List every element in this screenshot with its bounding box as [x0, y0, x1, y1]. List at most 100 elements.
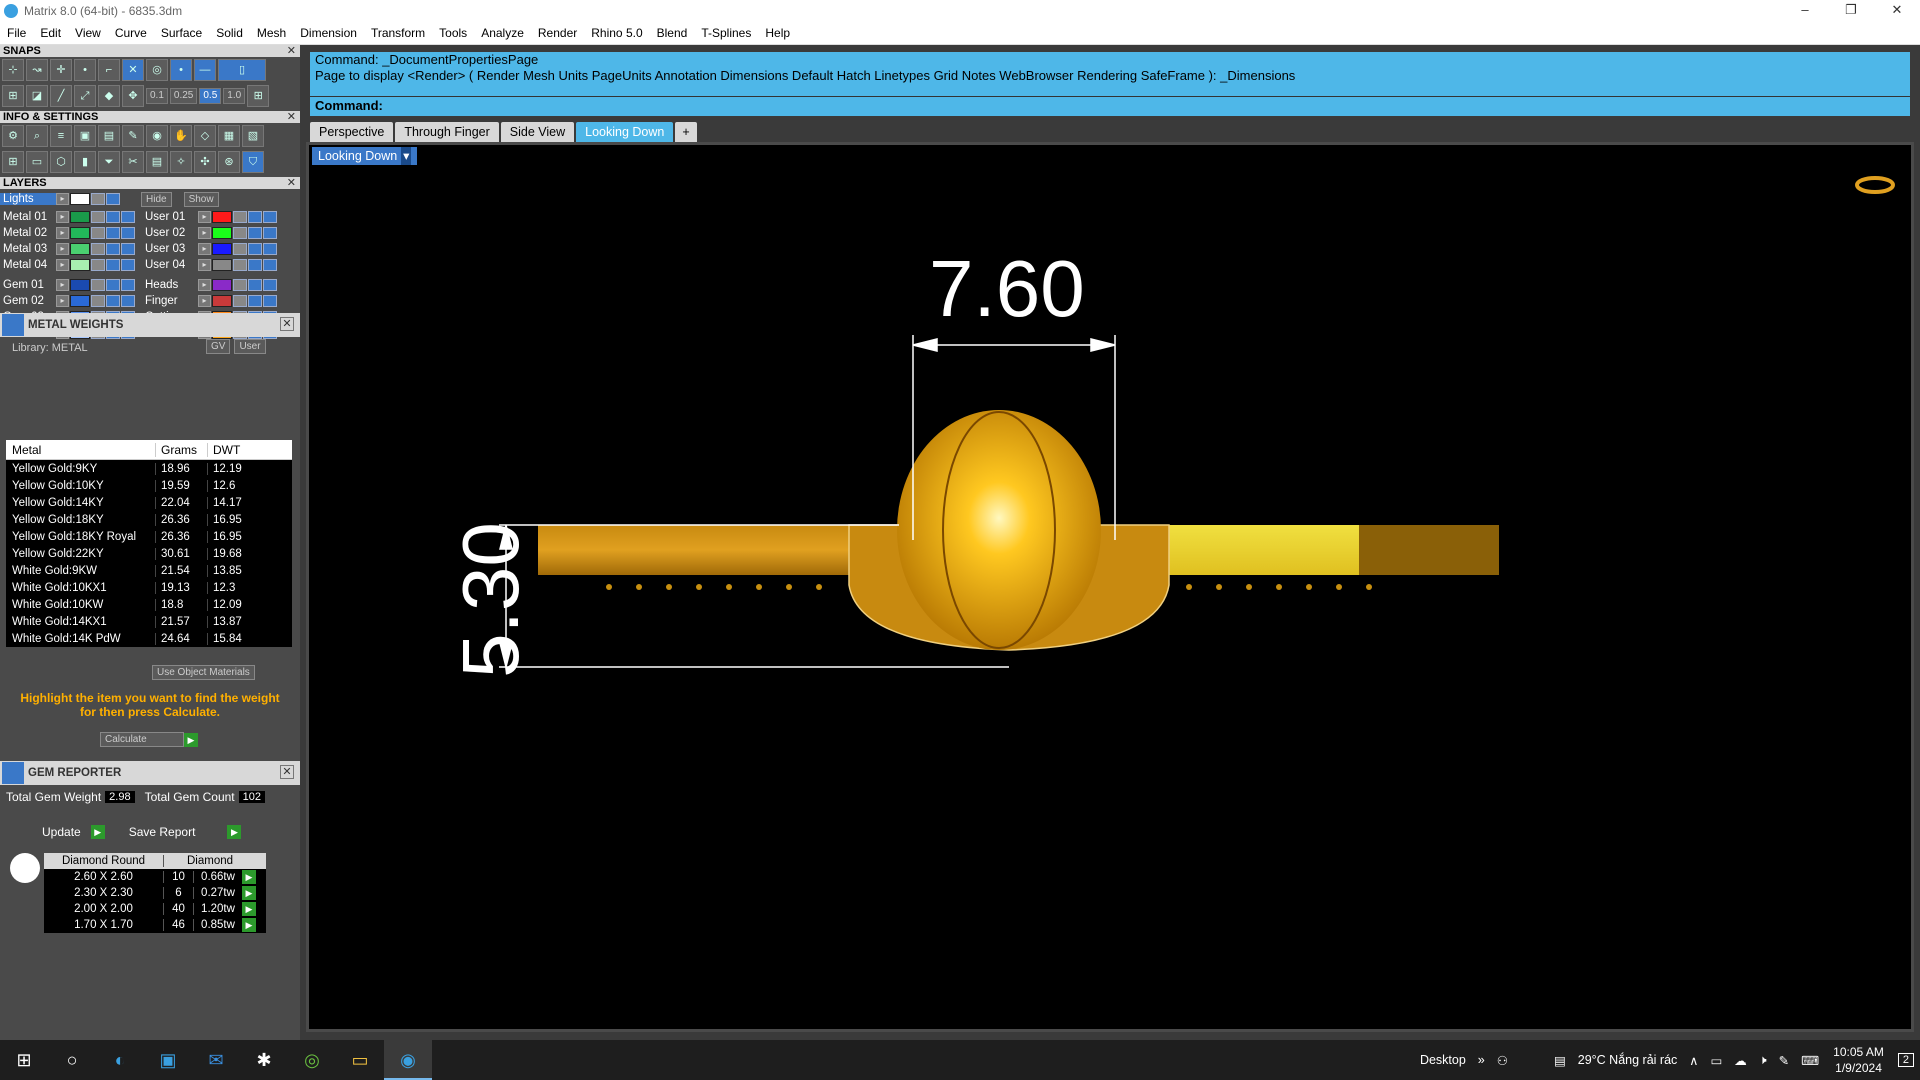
cube-icon[interactable]: ⬡ [50, 151, 72, 173]
layer-color-swatch[interactable] [70, 193, 90, 205]
menu-surface[interactable]: Surface [154, 26, 209, 40]
layer-expand-icon[interactable]: ▸ [198, 227, 211, 239]
table-row[interactable]: White Gold:14KX1 21.57 13.87 [6, 613, 292, 630]
windows-start-icon[interactable]: ⊞ [0, 1040, 48, 1080]
layer-row[interactable]: Metal 01 ▸ [0, 209, 136, 225]
rhino-icon[interactable]: ✱ [240, 1040, 288, 1080]
people-icon[interactable]: ⚇ [1497, 1053, 1508, 1068]
viewport[interactable]: Looking Down ▾ 7.60 5.30 [306, 142, 1914, 1032]
layer-name[interactable]: Metal 02 [0, 227, 56, 239]
grid-snap-icon[interactable]: ⊞ [247, 85, 270, 107]
layer-render-icon[interactable] [263, 279, 277, 291]
layer-render-icon[interactable] [263, 295, 277, 307]
snap-mid-icon[interactable]: • [74, 59, 96, 81]
move-icon[interactable]: ✥ [122, 85, 144, 107]
layer-expand-icon[interactable]: ▸ [198, 243, 211, 255]
snap-point-icon[interactable]: ✛ [50, 59, 72, 81]
tray-expand-icon[interactable]: ∧ [1689, 1053, 1698, 1068]
zoom-icon[interactable]: ⌕ [26, 125, 48, 147]
minimize-button[interactable]: – [1782, 0, 1828, 22]
menu-analyze[interactable]: Analyze [474, 26, 531, 40]
layer-lock-icon[interactable] [91, 193, 105, 205]
monitor-icon[interactable]: ▭ [26, 151, 48, 173]
chevron-icon[interactable]: » [1478, 1053, 1485, 1067]
snap-tan-icon[interactable]: • [170, 59, 192, 81]
layer-lock-icon[interactable] [91, 227, 105, 239]
snap-value-0-25[interactable]: 0.25 [169, 88, 198, 104]
cylinder-icon[interactable]: ▮ [74, 151, 96, 173]
table-row[interactable]: Yellow Gold:18KY Royal 26.36 16.95 [6, 528, 292, 545]
layer-render-icon[interactable] [263, 259, 277, 271]
gem-select-arrow-icon[interactable]: ▶ [242, 918, 256, 932]
table-row[interactable]: Yellow Gold:9KY 18.96 12.19 [6, 460, 292, 477]
layer-lock-icon[interactable] [233, 243, 247, 255]
layer-expand-icon[interactable]: ▸ [56, 193, 69, 205]
menu-render[interactable]: Render [531, 26, 584, 40]
save-report-arrow-icon[interactable]: ▶ [227, 825, 242, 839]
render-icon[interactable]: ▦ [218, 125, 240, 147]
layer-color-swatch[interactable] [70, 227, 90, 239]
layer-render-icon[interactable] [121, 227, 135, 239]
network-icon[interactable]: ✣ [194, 151, 216, 173]
table-row[interactable]: White Gold:14K PdW 24.64 15.84 [6, 630, 292, 647]
layer-lock-icon[interactable] [233, 279, 247, 291]
add-tab-icon[interactable]: + [675, 122, 697, 142]
mail-icon[interactable]: ✉ [192, 1040, 240, 1080]
menu-t-splines[interactable]: T-Splines [694, 26, 758, 40]
tools-icon[interactable]: ✂ [122, 151, 144, 173]
layer-render-icon[interactable] [121, 211, 135, 223]
layer-expand-icon[interactable]: ▸ [198, 295, 211, 307]
layer-visible-icon[interactable] [248, 295, 262, 307]
gem-select-arrow-icon[interactable]: ▶ [242, 870, 256, 884]
layer-lock-icon[interactable] [233, 211, 247, 223]
menu-help[interactable]: Help [758, 26, 797, 40]
show-button[interactable]: Show [183, 191, 219, 207]
info-close-icon[interactable]: ✕ [287, 111, 296, 123]
layer-color-swatch[interactable] [212, 211, 232, 223]
layer-row[interactable]: Metal 03 ▸ [0, 241, 136, 257]
diamond-icon[interactable]: ◆ [98, 85, 120, 107]
image-icon[interactable]: ▧ [242, 125, 264, 147]
calculate-arrow-icon[interactable]: ▶ [184, 732, 198, 747]
layer-visible-icon[interactable] [248, 243, 262, 255]
table-row[interactable]: 2.30 X 2.30 6 0.27tw ▶ [44, 885, 266, 901]
project-icon[interactable]: ⤢ [74, 85, 96, 107]
metal-weights-close-icon[interactable]: ✕ [280, 317, 294, 331]
snap-quad-icon[interactable]: — [194, 59, 216, 81]
layer-name[interactable]: Metal 04 [0, 259, 56, 271]
table-row[interactable]: 2.60 X 2.60 10 0.66tw ▶ [44, 869, 266, 885]
clock[interactable]: 10:05 AM 1/9/2024 [1833, 1044, 1884, 1076]
update-arrow-icon[interactable]: ▶ [90, 825, 105, 839]
layer-row[interactable]: User 03 ▸ [142, 241, 278, 257]
layer-row[interactable]: Finger ▸ [142, 293, 278, 309]
keyboard-icon[interactable]: ⌨ [1801, 1053, 1819, 1068]
table-row[interactable]: Yellow Gold:22KY 30.61 19.68 [6, 545, 292, 562]
table-row[interactable]: 2.00 X 2.00 40 1.20tw ▶ [44, 901, 266, 917]
layer-expand-icon[interactable]: ▸ [56, 243, 69, 255]
layer-expand-icon[interactable]: ▸ [56, 259, 69, 271]
layer-render-icon[interactable] [263, 227, 277, 239]
layer-lock-icon[interactable] [91, 243, 105, 255]
layer-expand-icon[interactable]: ▸ [56, 295, 69, 307]
notification-badge[interactable]: 2 [1897, 1053, 1914, 1067]
snap-int-icon[interactable]: ✕ [122, 59, 144, 81]
table-row[interactable]: White Gold:9KW 21.54 13.85 [6, 562, 292, 579]
pen-icon[interactable]: ✎ [1779, 1053, 1789, 1068]
layer-expand-icon[interactable]: ▸ [198, 259, 211, 271]
layer-color-swatch[interactable] [70, 243, 90, 255]
menu-edit[interactable]: Edit [33, 26, 68, 40]
snap-end-icon[interactable]: ⊹ [2, 59, 24, 81]
menu-blend[interactable]: Blend [650, 26, 695, 40]
layer-visible-icon[interactable] [248, 227, 262, 239]
snaps-close-icon[interactable]: ✕ [287, 45, 296, 57]
layer-visible-icon[interactable] [106, 259, 120, 271]
snap-value-0-5[interactable]: 0.5 [199, 88, 222, 104]
layer-lock-icon[interactable] [233, 295, 247, 307]
layer-visible-icon[interactable] [106, 295, 120, 307]
menu-mesh[interactable]: Mesh [250, 26, 293, 40]
edge-icon[interactable]: ◐ [96, 1040, 144, 1080]
snap-cen-icon[interactable]: ⌐ [98, 59, 120, 81]
layer-expand-icon[interactable]: ▸ [56, 279, 69, 291]
layer-visible-icon[interactable] [106, 227, 120, 239]
settings-icon[interactable]: ⚙ [2, 125, 24, 147]
